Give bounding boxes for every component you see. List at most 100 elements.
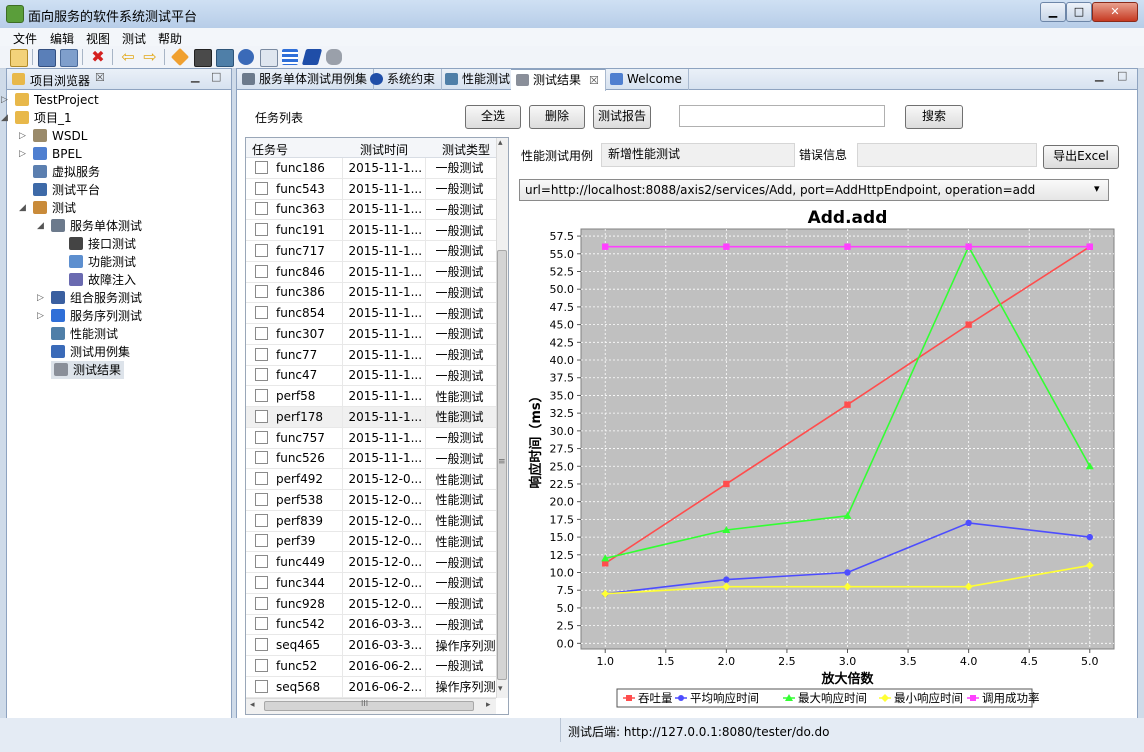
task-checkbox[interactable] <box>255 513 268 527</box>
tree-expander-icon[interactable]: ◢ <box>37 217 44 235</box>
task-checkbox[interactable] <box>255 596 268 610</box>
minimize-button[interactable]: ▁ <box>1040 2 1066 22</box>
table-row[interactable]: perf39 2015-12-0... 性能测试 <box>246 531 496 553</box>
task-checkbox[interactable] <box>255 347 268 361</box>
table-row[interactable]: perf58 2015-11-1... 性能测试 <box>246 385 496 407</box>
close-button[interactable]: ✕ <box>1092 2 1138 22</box>
task-checkbox[interactable] <box>255 617 268 631</box>
cases-icon[interactable] <box>238 49 254 65</box>
menu-test[interactable]: 测试 <box>122 30 146 47</box>
tab-3[interactable]: 测试结果 ☒ <box>511 68 606 91</box>
delete-icon[interactable]: ✖ <box>90 49 106 65</box>
task-checkbox[interactable] <box>255 389 268 403</box>
tree-expander-icon[interactable]: ▷ <box>37 307 44 325</box>
tree-item[interactable]: 功能测试 <box>69 253 136 271</box>
task-checkbox[interactable] <box>255 679 268 693</box>
task-checkbox[interactable] <box>255 243 268 257</box>
tree-expander-icon[interactable]: ▷ <box>37 289 44 307</box>
editor-minimize-icon[interactable]: ▁ <box>1095 69 1103 82</box>
column-header-id[interactable]: 任务号 <box>252 141 288 158</box>
monitor-icon[interactable] <box>216 49 234 67</box>
task-horizontal-scrollbar[interactable]: ◂ III ▸ <box>246 698 496 714</box>
table-row[interactable]: func344 2015-12-0... 一般测试 <box>246 572 496 594</box>
book-icon[interactable] <box>301 49 323 65</box>
table-row[interactable]: perf178 2015-11-1... 性能测试 <box>246 406 496 428</box>
tree-item[interactable]: ◢ 服务单体测试 <box>37 217 142 235</box>
database-icon[interactable] <box>326 49 342 65</box>
table-row[interactable]: func449 2015-12-0... 一般测试 <box>246 551 496 573</box>
menu-edit[interactable]: 编辑 <box>50 30 74 47</box>
explorer-maximize-icon[interactable]: □ <box>211 70 221 83</box>
task-checkbox[interactable] <box>255 409 268 423</box>
task-checkbox[interactable] <box>255 555 268 569</box>
column-header-type[interactable]: 测试类型 <box>442 141 490 158</box>
tree-item[interactable]: ▷ 服务序列测试 <box>37 307 142 325</box>
export-excel-button[interactable]: 导出Excel <box>1043 145 1119 169</box>
task-checkbox[interactable] <box>255 264 268 278</box>
tree-item[interactable]: ▷ 组合服务测试 <box>37 289 142 307</box>
tree-item[interactable]: ◢ 测试 <box>19 199 76 217</box>
table-row[interactable]: func846 2015-11-1... 一般测试 <box>246 261 496 283</box>
task-checkbox[interactable] <box>255 430 268 444</box>
table-row[interactable]: func52 2016-06-2... 一般测试 <box>246 655 496 677</box>
task-checkbox[interactable] <box>255 658 268 672</box>
document-icon[interactable] <box>260 49 278 67</box>
tree-item[interactable]: 测试平台 <box>33 181 100 199</box>
back-icon[interactable]: ⇦ <box>120 49 136 65</box>
tree-item[interactable]: ◢ 项目_1 <box>1 109 72 127</box>
column-header-time[interactable]: 测试时间 <box>360 141 408 158</box>
tree-item[interactable]: 性能测试 <box>51 325 118 343</box>
tree-expander-icon[interactable]: ◢ <box>1 109 8 127</box>
tree-item[interactable]: 故障注入 <box>69 271 136 289</box>
tab-4[interactable]: Welcome <box>605 69 689 90</box>
new-icon[interactable] <box>10 49 28 67</box>
table-row[interactable]: func757 2015-11-1... 一般测试 <box>246 427 496 449</box>
save-icon[interactable] <box>38 49 56 67</box>
task-scroll-thumb[interactable]: ≡ <box>497 250 507 680</box>
scroll-left-arrow[interactable]: ◂ <box>250 700 255 710</box>
tree-expander-icon[interactable]: ◢ <box>19 199 26 217</box>
table-row[interactable]: func386 2015-11-1... 一般测试 <box>246 282 496 304</box>
forward-icon[interactable]: ⇨ <box>142 49 158 65</box>
task-checkbox[interactable] <box>255 451 268 465</box>
delete-button[interactable]: 删除 <box>529 105 585 129</box>
table-row[interactable]: func543 2015-11-1... 一般测试 <box>246 178 496 200</box>
maximize-button[interactable]: □ <box>1066 2 1092 22</box>
tree-expander-icon[interactable]: ▷ <box>19 127 26 145</box>
table-row[interactable]: func526 2015-11-1... 一般测试 <box>246 448 496 470</box>
test-report-button[interactable]: 测试报告 <box>593 105 651 129</box>
task-checkbox[interactable] <box>255 181 268 195</box>
table-row[interactable]: perf492 2015-12-0... 性能测试 <box>246 468 496 490</box>
table-row[interactable]: seq465 2016-03-3...操作序列测... <box>246 634 496 656</box>
tree-item[interactable]: ▷ TestProject <box>1 91 99 109</box>
task-checkbox[interactable] <box>255 223 268 237</box>
table-row[interactable]: func928 2015-12-0... 一般测试 <box>246 593 496 615</box>
editor-maximize-icon[interactable]: □ <box>1117 69 1127 82</box>
tree-item[interactable]: 虚拟服务 <box>33 163 100 181</box>
table-row[interactable]: func191 2015-11-1... 一般测试 <box>246 219 496 241</box>
task-checkbox[interactable] <box>255 306 268 320</box>
console-icon[interactable] <box>194 49 212 67</box>
tab-0[interactable]: 服务单体测试用例集 <box>237 69 375 90</box>
table-row[interactable]: func307 2015-11-1... 一般测试 <box>246 323 496 345</box>
explorer-minimize-icon[interactable]: ▁ <box>191 70 199 83</box>
task-checkbox[interactable] <box>255 575 268 589</box>
scroll-up-arrow[interactable]: ▴ <box>498 138 503 148</box>
explorer-close-icon[interactable]: ☒ <box>95 71 105 84</box>
table-row[interactable]: perf538 2015-12-0... 性能测试 <box>246 489 496 511</box>
table-row[interactable]: perf839 2015-12-0... 性能测试 <box>246 510 496 532</box>
table-row[interactable]: func186 2015-11-1... 一般测试 <box>246 158 496 179</box>
tab-1[interactable]: 系统约束 <box>365 69 443 90</box>
tab-close-icon[interactable]: ☒ <box>589 74 599 87</box>
task-checkbox[interactable] <box>255 285 268 299</box>
menu-file[interactable]: 文件 <box>13 30 37 47</box>
search-button[interactable]: 搜索 <box>905 105 963 129</box>
table-row[interactable]: func717 2015-11-1... 一般测试 <box>246 240 496 262</box>
task-checkbox[interactable] <box>255 160 268 174</box>
tree-item[interactable]: ▷ WSDL <box>19 127 87 145</box>
tree-item[interactable]: ▷ BPEL <box>19 145 82 163</box>
table-row[interactable]: func363 2015-11-1... 一般测试 <box>246 199 496 221</box>
run-icon[interactable] <box>170 47 190 67</box>
endpoint-select[interactable]: url=http://localhost:8088/axis2/services… <box>519 179 1109 201</box>
task-checkbox[interactable] <box>255 492 268 506</box>
